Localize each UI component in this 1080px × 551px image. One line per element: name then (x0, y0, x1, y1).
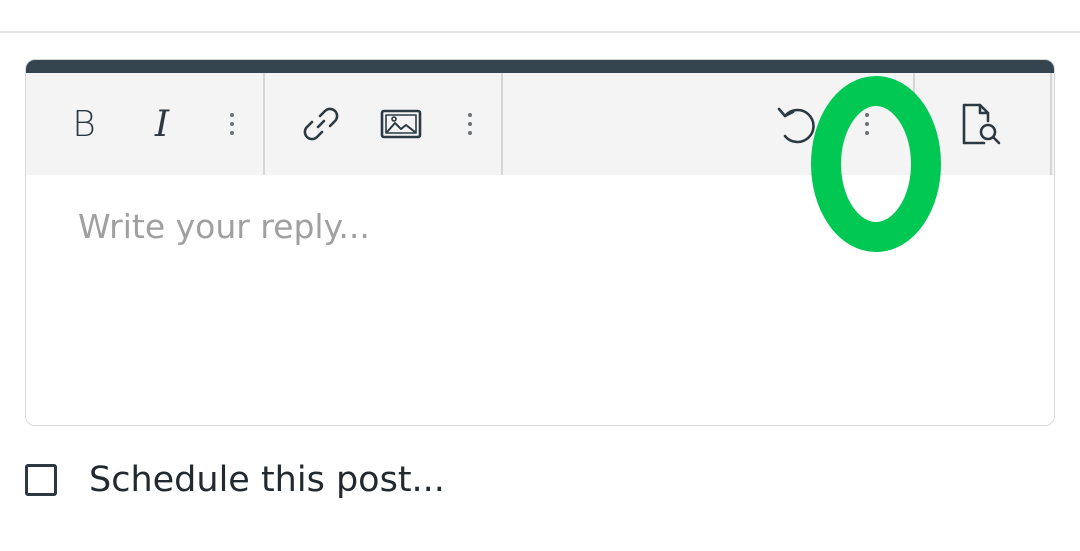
toolbar-divider (263, 73, 265, 175)
preview-icon (962, 103, 1001, 145)
undo-button[interactable] (772, 97, 822, 151)
toolbar-divider (1050, 73, 1052, 175)
schedule-checkbox[interactable] (25, 464, 57, 496)
more-format-button[interactable] (222, 97, 242, 151)
more-options-button[interactable] (857, 97, 877, 151)
link-icon (303, 107, 339, 141)
reply-editor: B I (25, 59, 1055, 426)
toolbar-divider (501, 73, 503, 175)
toolbar-divider (913, 73, 915, 175)
schedule-label[interactable]: Schedule this post... (89, 460, 445, 500)
editor-accent-bar (26, 60, 1054, 73)
more-vertical-icon (865, 113, 869, 135)
italic-button[interactable]: I (142, 97, 182, 151)
more-vertical-icon (468, 113, 472, 135)
italic-icon: I (154, 103, 170, 145)
link-button[interactable] (296, 97, 346, 151)
image-button[interactable] (378, 97, 424, 151)
more-insert-button[interactable] (460, 97, 480, 151)
editor-body (26, 175, 1054, 425)
editor-toolbar: B I (26, 73, 1054, 175)
bold-button[interactable]: B (64, 97, 104, 151)
top-divider (0, 31, 1080, 33)
image-icon (380, 109, 422, 139)
bold-icon: B (72, 103, 96, 145)
schedule-option[interactable]: Schedule this post... (25, 460, 445, 500)
preview-button[interactable] (956, 97, 1006, 151)
undo-icon (777, 107, 815, 144)
more-vertical-icon (230, 113, 234, 135)
reply-textarea[interactable] (26, 175, 1054, 425)
